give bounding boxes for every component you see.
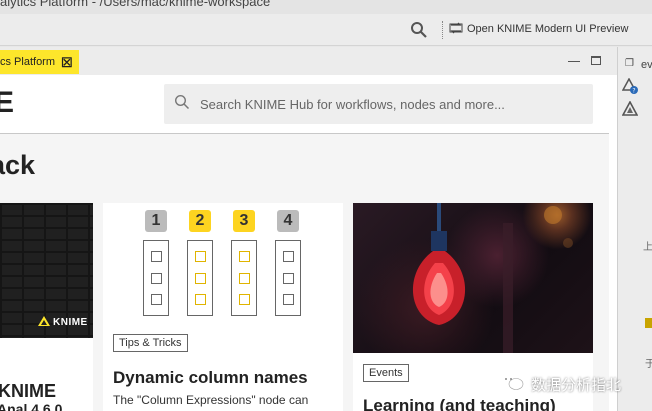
watermark: 数据分析指北 <box>499 372 621 397</box>
window-title-bar: alytics Platform - /Users/mac/knime-work… <box>0 0 652 14</box>
knime-logo-icon <box>38 313 50 331</box>
editor-tab-row <box>0 47 617 75</box>
card-title[interactable]: Learning (and teaching) <box>363 396 556 411</box>
card-subtitle: Anal 4.6.0 <box>0 401 63 411</box>
window-title: alytics Platform - /Users/mac/knime-work… <box>0 0 271 9</box>
watermark-text: 数据分析指北 <box>531 377 622 394</box>
section-heading: ack <box>0 150 36 180</box>
side-panel-text: 上 <box>643 242 652 253</box>
tab-label: cs Platform <box>0 56 56 68</box>
category-tag[interactable]: Events <box>363 364 409 382</box>
side-panel-label: ev <box>641 59 652 71</box>
wechat-icon <box>499 372 525 397</box>
column-checkbox-group <box>187 240 213 316</box>
card-title[interactable]: Dynamic column names <box>113 368 308 388</box>
knime-logo[interactable]: E <box>0 86 14 120</box>
search-icon[interactable] <box>410 21 428 39</box>
column-number-badge: 1 <box>145 210 167 232</box>
column-checkbox-group <box>275 240 301 316</box>
side-panel-text: 于 <box>645 359 652 370</box>
switch-ui-icon <box>449 21 463 38</box>
open-modern-ui-button[interactable]: Open KNIME Modern UI Preview <box>449 20 628 38</box>
column-checkbox-group <box>231 240 257 316</box>
category-tag[interactable]: Tips & Tricks <box>113 334 188 352</box>
open-modern-ui-label: Open KNIME Modern UI Preview <box>467 23 629 35</box>
column-number-badge: 4 <box>277 210 299 232</box>
side-panel-marker <box>645 318 652 328</box>
brand-label: KNIME <box>53 316 88 328</box>
tab-knime-welcome[interactable]: cs Platform ☒ <box>0 50 79 74</box>
minimize-view-button[interactable] <box>568 56 580 62</box>
restore-icon[interactable]: ❐ <box>625 58 634 69</box>
column-number-badge: 3 <box>233 210 255 232</box>
hub-search-bar[interactable] <box>164 84 593 124</box>
warning-icon[interactable] <box>621 100 639 122</box>
maximize-view-button[interactable] <box>591 56 601 65</box>
warning-icon[interactable]: ? <box>621 77 638 99</box>
card-description: The "Column Expressions" node can <box>113 393 309 407</box>
column-checkbox-group <box>143 240 169 316</box>
search-icon <box>174 94 190 115</box>
hub-search-input[interactable] <box>200 96 580 112</box>
close-icon[interactable]: ☒ <box>61 56 73 69</box>
toolbar-separator <box>442 21 443 39</box>
svg-text:?: ? <box>632 88 635 95</box>
light-bulb-image <box>353 203 593 353</box>
card-title[interactable]: KNIME <box>0 381 56 402</box>
column-number-badge: 2 <box>189 210 211 232</box>
knime-brand-mark: KNIME <box>38 313 88 331</box>
